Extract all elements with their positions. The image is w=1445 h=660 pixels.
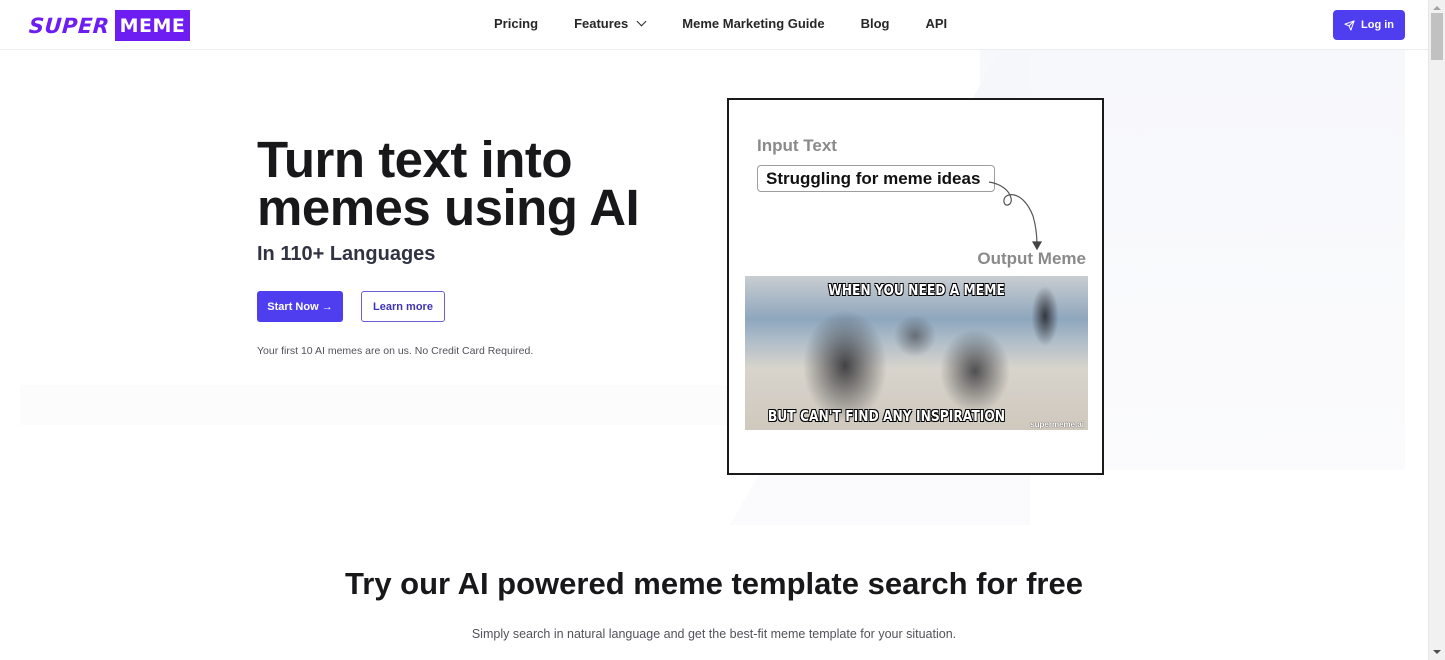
curved-arrow-icon — [988, 181, 1043, 251]
demo-input-label: Input Text — [757, 136, 837, 155]
main-nav: Pricing Features Meme Marketing Guide Bl… — [494, 16, 947, 31]
chevron-down-icon — [636, 16, 647, 27]
output-meme-image: WHEN YOU NEED A MEME BUT CAN'T FIND ANY … — [745, 276, 1088, 430]
nav-features-label: Features — [574, 16, 629, 31]
learn-more-button[interactable]: Learn more — [361, 291, 445, 322]
login-button[interactable]: Log in — [1333, 10, 1405, 40]
meme-watermark: supermeme.ai — [1030, 420, 1084, 429]
scroll-down-arrow-icon[interactable] — [1433, 650, 1441, 654]
send-icon — [1344, 19, 1355, 31]
nav-blog[interactable]: Blog — [861, 16, 890, 31]
scroll-up-arrow-icon[interactable] — [1433, 6, 1441, 10]
logo-meme-text: MEME — [114, 10, 191, 41]
logo[interactable]: SUPER MEME — [28, 10, 191, 41]
search-section-description: Simply search in natural language and ge… — [471, 627, 957, 641]
nav-api[interactable]: API — [925, 16, 947, 31]
nav-meme-marketing-guide[interactable]: Meme Marketing Guide — [682, 16, 824, 31]
hero-background-band — [20, 385, 730, 425]
site-header: SUPER MEME Pricing Features Meme Marketi… — [0, 0, 1428, 50]
nav-pricing[interactable]: Pricing — [494, 16, 538, 31]
hero-title: Turn text into memes using AI — [257, 131, 640, 236]
meme-bottom-caption: BUT CAN'T FIND ANY INSPIRATION — [767, 407, 1006, 425]
demo-output-label: Output Meme — [977, 249, 1086, 268]
login-button-label: Log in — [1361, 19, 1394, 31]
page-scrollbar[interactable] — [1428, 0, 1445, 660]
start-now-button[interactable]: Start Now → — [257, 291, 343, 322]
search-section-title: Try our AI powered meme template search … — [345, 566, 1083, 601]
hero-note: Your first 10 AI memes are on us. No Cre… — [257, 345, 534, 357]
scrollbar-thumb[interactable] — [1431, 13, 1443, 60]
demo-input-text: Struggling for meme ideas — [757, 165, 995, 192]
meme-top-caption: WHEN YOU NEED A MEME — [828, 281, 1005, 299]
hero-subtitle: In 110+ Languages — [257, 243, 436, 265]
logo-super-text: SUPER — [28, 13, 111, 38]
nav-features[interactable]: Features — [574, 16, 647, 31]
demo-card: Input Text Struggling for meme ideas Out… — [727, 98, 1104, 475]
